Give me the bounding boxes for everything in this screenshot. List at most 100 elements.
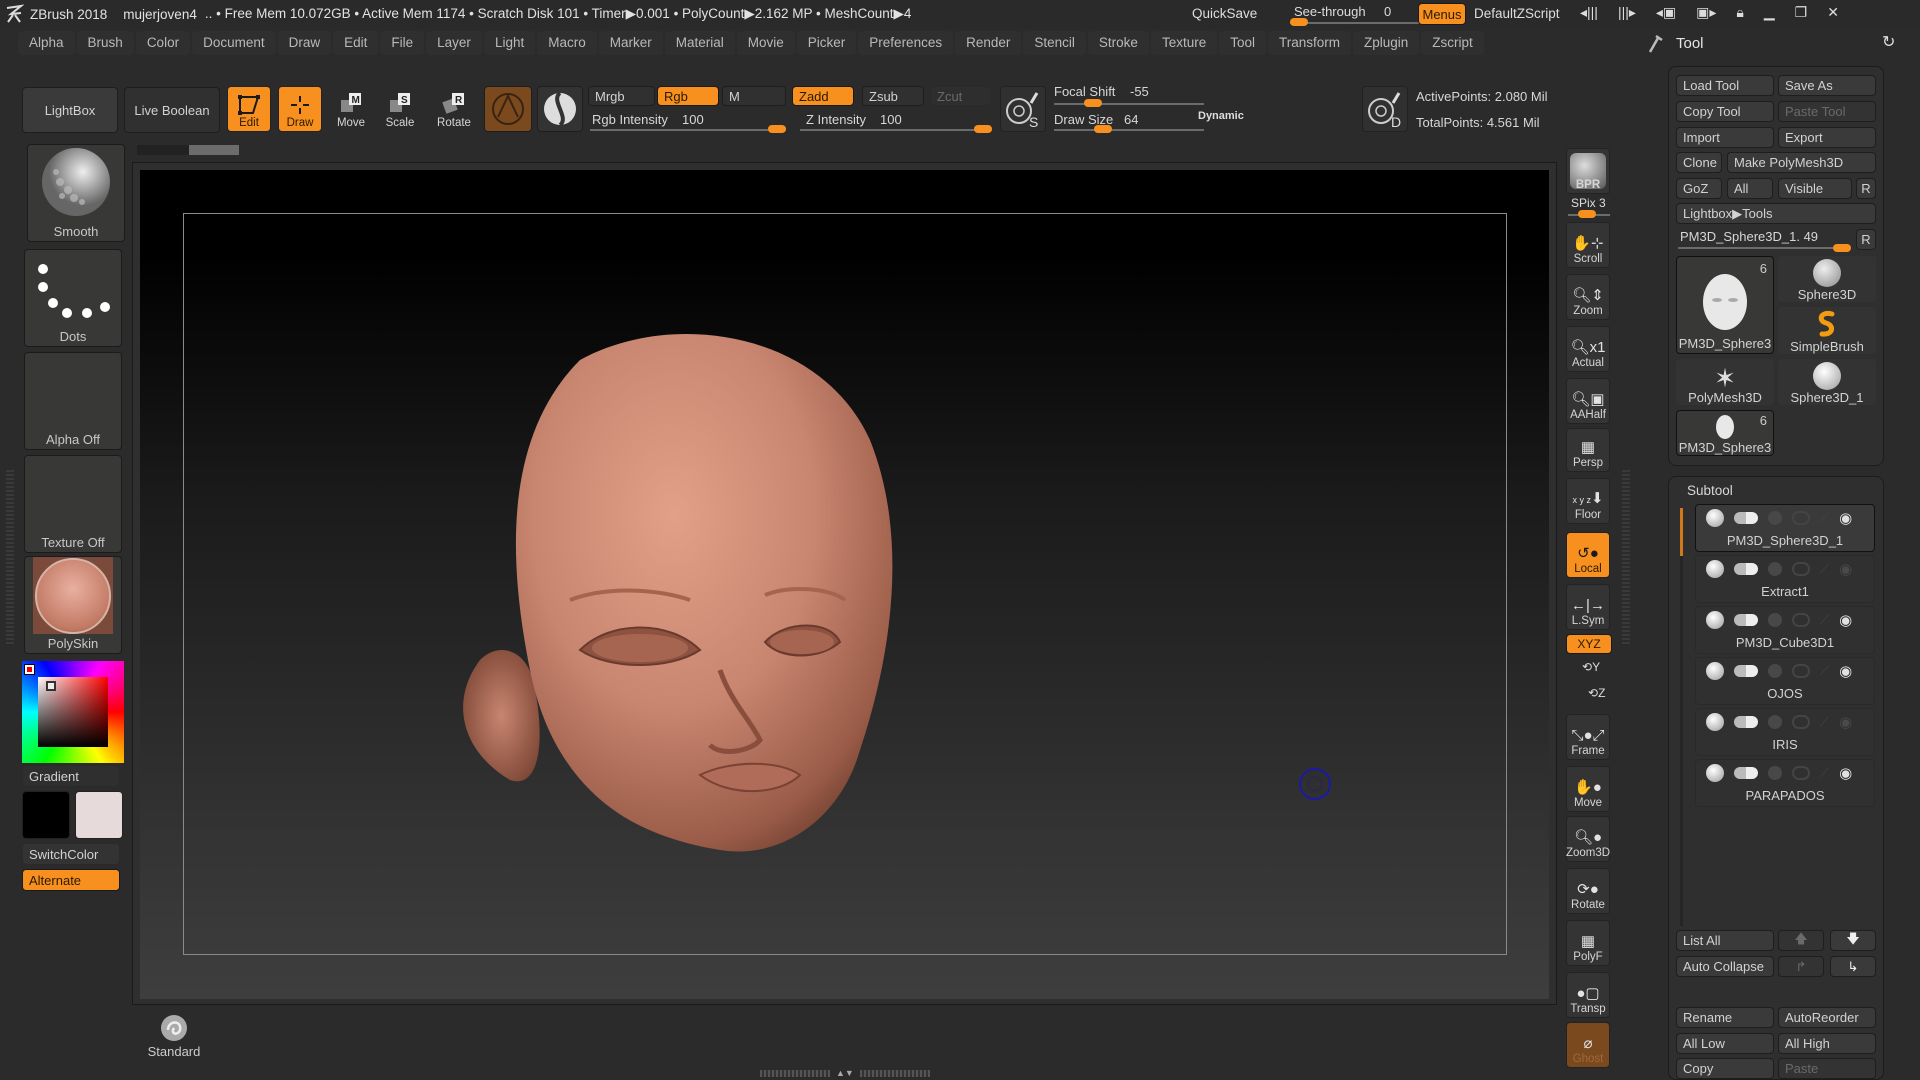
- menus-button[interactable]: Menus: [1418, 3, 1466, 25]
- menu-document[interactable]: Document: [192, 31, 276, 55]
- goz-button[interactable]: GoZ: [1676, 178, 1722, 199]
- menu-file[interactable]: File: [380, 31, 425, 55]
- zoom3d-button[interactable]: 🔍︎● Zoom3D: [1566, 816, 1610, 862]
- rgb-intensity-knob[interactable]: [768, 125, 786, 133]
- menu-zscript[interactable]: Zscript: [1421, 31, 1484, 55]
- polypaint-toggle-icon[interactable]: [1734, 665, 1758, 677]
- menu-render[interactable]: Render: [955, 31, 1022, 55]
- move-down-button[interactable]: 🡇: [1830, 930, 1876, 951]
- subtool-item[interactable]: ⟋ ◉ Extract1: [1695, 555, 1875, 603]
- list-all-button[interactable]: List All: [1676, 930, 1774, 951]
- solo-toggle-icon[interactable]: [1768, 715, 1782, 729]
- menu-layer[interactable]: Layer: [426, 31, 482, 55]
- actual-button[interactable]: 🔍︎x1 Actual: [1566, 326, 1610, 372]
- stroke-selector[interactable]: Dots: [24, 249, 122, 347]
- zadd-button[interactable]: Zadd: [792, 86, 854, 106]
- zcut-button[interactable]: Zcut: [930, 86, 992, 106]
- spix-knob[interactable]: [1578, 210, 1596, 218]
- move-up-button[interactable]: 🡅: [1778, 930, 1824, 951]
- standard-brush-button[interactable]: Standard: [146, 1012, 202, 1060]
- polypaint-toggle-icon[interactable]: [1734, 716, 1758, 728]
- copy-tool-button[interactable]: Copy Tool: [1676, 101, 1774, 122]
- auto-reorder-button[interactable]: AutoReorder: [1778, 1007, 1876, 1028]
- z-intensity-knob[interactable]: [974, 125, 992, 133]
- visibility-eye-icon[interactable]: ◉: [1839, 509, 1852, 527]
- subtool-item[interactable]: ⟋ ◉ OJOS: [1695, 657, 1875, 705]
- solo-toggle-icon[interactable]: [1768, 613, 1782, 627]
- all-high-button[interactable]: All High: [1778, 1033, 1876, 1054]
- texture-selector[interactable]: Texture Off: [24, 455, 122, 553]
- ui-size-decrease-icon[interactable]: ◂|||: [1580, 4, 1598, 21]
- move-button[interactable]: ✋● Move: [1566, 766, 1610, 812]
- tool-thumb-pm3d-sphere3[interactable]: 6 PM3D_Sphere3: [1676, 256, 1774, 354]
- import-button[interactable]: Import: [1676, 127, 1774, 148]
- make-polymesh3d-button[interactable]: Make PolyMesh3D: [1727, 152, 1876, 173]
- draw-button[interactable]: Draw: [278, 86, 322, 132]
- sculpted-head-model[interactable]: [420, 320, 1040, 880]
- ghost-button[interactable]: ⌀ Ghost: [1566, 1022, 1610, 1068]
- quicksave-button[interactable]: QuickSave: [1192, 6, 1257, 21]
- dynamic-toggle[interactable]: Dynamic: [1198, 110, 1244, 122]
- menu-preferences[interactable]: Preferences: [858, 31, 954, 55]
- subtool-item[interactable]: ⟋ ◉ IRIS: [1695, 708, 1875, 756]
- see-through-knob[interactable]: [1290, 18, 1308, 26]
- l-sym-button[interactable]: ←|→ L.Sym: [1566, 584, 1610, 630]
- z-intensity-slider[interactable]: Z Intensity 100: [800, 110, 992, 134]
- boolean-toggle-icon[interactable]: [1792, 562, 1810, 576]
- boolean-toggle-icon[interactable]: [1792, 766, 1810, 780]
- visibility-eye-icon[interactable]: ◉: [1839, 764, 1852, 782]
- brush-toggle-icon[interactable]: ⟋: [1820, 510, 1829, 526]
- minimize-icon[interactable]: ▁: [1764, 4, 1775, 21]
- ui-size-increase-icon[interactable]: |||▸: [1618, 4, 1636, 21]
- mrgb-button[interactable]: Mrgb: [588, 86, 655, 106]
- boolean-toggle-icon[interactable]: [1792, 664, 1810, 678]
- current-material-button[interactable]: [537, 86, 583, 132]
- polypaint-toggle-icon[interactable]: [1734, 614, 1758, 626]
- all-low-button[interactable]: All Low: [1676, 1033, 1774, 1054]
- subtool-item[interactable]: ⟋ ◉ PARAPADOS: [1695, 759, 1875, 807]
- current-tool-knob[interactable]: [1833, 244, 1851, 252]
- menu-movie[interactable]: Movie: [736, 31, 795, 55]
- menu-marker[interactable]: Marker: [598, 31, 663, 55]
- move-branch-down-button[interactable]: ↳: [1830, 956, 1876, 977]
- persp-button[interactable]: ▦ Persp: [1566, 428, 1610, 472]
- layout-prev-icon[interactable]: ◂▣: [1656, 4, 1676, 21]
- document-canvas[interactable]: [140, 170, 1549, 999]
- menu-zplugin[interactable]: Zplugin: [1353, 31, 1420, 55]
- goz-r-button[interactable]: R: [1856, 178, 1876, 199]
- visibility-eye-icon[interactable]: ◉: [1839, 560, 1852, 578]
- tool-thumb-simplebrush[interactable]: SimpleBrush: [1778, 307, 1876, 354]
- switch-color-button[interactable]: SwitchColor: [22, 843, 120, 865]
- focal-shift-slider[interactable]: Focal Shift -55: [1054, 84, 1204, 107]
- restore-icon[interactable]: ❐: [1795, 4, 1808, 21]
- alternate-button[interactable]: Alternate: [22, 869, 120, 891]
- current-tool-r-button[interactable]: R: [1856, 229, 1876, 250]
- hue-marker[interactable]: [24, 664, 35, 675]
- zoom-button[interactable]: 🔍︎⇕ Zoom: [1566, 274, 1610, 320]
- solo-toggle-icon[interactable]: [1768, 511, 1782, 525]
- visibility-eye-icon[interactable]: ◉: [1839, 713, 1852, 731]
- solo-toggle-icon[interactable]: [1768, 562, 1782, 576]
- menu-tool[interactable]: Tool: [1219, 31, 1266, 55]
- lazy-mouse-button[interactable]: D: [1362, 86, 1408, 132]
- solo-toggle-icon[interactable]: [1768, 664, 1782, 678]
- goz-visible-button[interactable]: Visible: [1778, 178, 1852, 199]
- auto-collapse-button[interactable]: Auto Collapse: [1676, 956, 1774, 977]
- current-tool-slider[interactable]: PM3D_Sphere3D_1. 49: [1678, 228, 1854, 252]
- menu-transform[interactable]: Transform: [1267, 31, 1351, 55]
- menu-edit[interactable]: Edit: [333, 31, 379, 55]
- polypaint-toggle-icon[interactable]: [1734, 767, 1758, 779]
- copy-button[interactable]: Copy: [1676, 1058, 1774, 1079]
- polypaint-toggle-icon[interactable]: [1734, 512, 1758, 524]
- move-button[interactable]: M Move: [329, 86, 373, 132]
- gradient-button[interactable]: Gradient: [22, 765, 120, 787]
- boolean-toggle-icon[interactable]: [1792, 715, 1810, 729]
- paste-button[interactable]: Paste: [1778, 1058, 1876, 1079]
- menu-stroke[interactable]: Stroke: [1087, 31, 1149, 55]
- goz-all-button[interactable]: All: [1727, 178, 1773, 199]
- export-button[interactable]: Export: [1778, 127, 1876, 148]
- tool-thumb-sphere3d-1[interactable]: Sphere3D_1: [1778, 359, 1876, 405]
- color-picker[interactable]: [22, 661, 124, 763]
- canvas-scroll-indicator[interactable]: [137, 145, 239, 155]
- save-as-button[interactable]: Save As: [1778, 75, 1876, 96]
